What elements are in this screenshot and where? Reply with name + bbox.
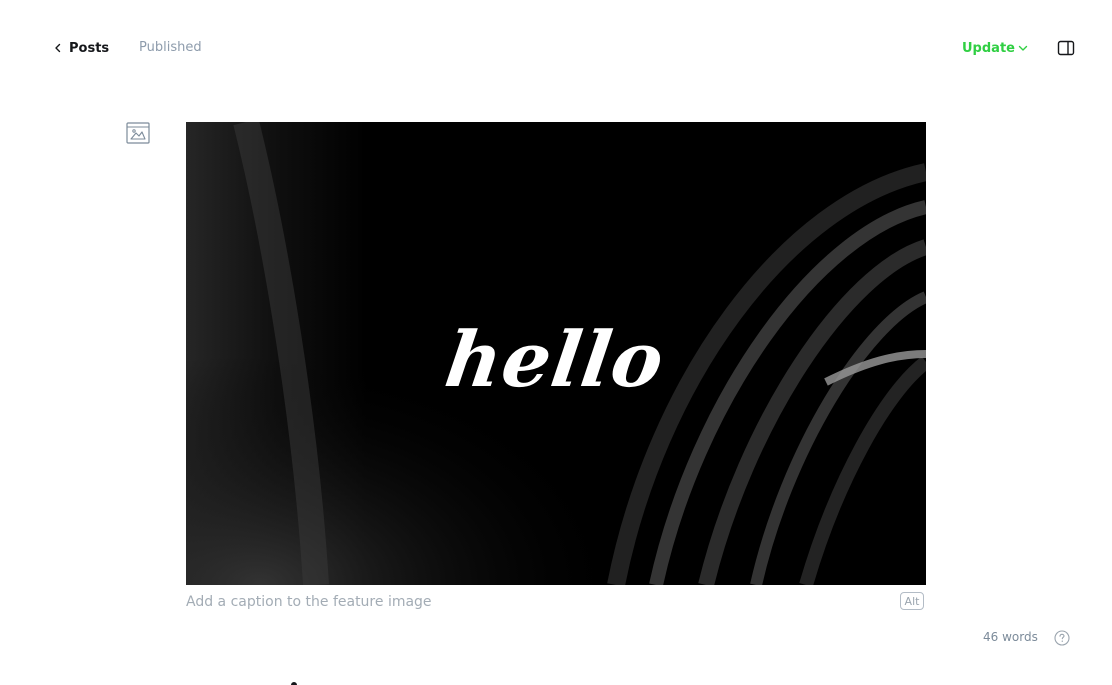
feature-image[interactable]: hello [186,122,926,585]
update-button[interactable]: Update [962,39,1028,57]
image-icon [126,122,150,148]
post-status: Published [139,40,202,55]
back-to-posts-link[interactable]: Posts [54,39,109,57]
sidebar-panel-icon [1057,40,1075,60]
update-button-label: Update [962,40,1015,56]
help-button[interactable] [1054,630,1070,646]
feature-image-caption-input[interactable]: Add a caption to the feature image [186,594,866,610]
sidebar-toggle-button[interactable] [1057,40,1075,56]
alt-text-button[interactable]: Alt [900,592,924,610]
feature-image-text: hello [440,315,670,404]
chevron-down-icon [1018,41,1028,56]
back-link-label: Posts [69,40,110,56]
chevron-left-icon [54,43,62,53]
word-count: 46 words [983,630,1038,644]
feature-image-toggle[interactable] [126,122,150,144]
editor-header: Posts Published Update [0,0,1112,96]
question-circle-icon [1054,630,1070,650]
